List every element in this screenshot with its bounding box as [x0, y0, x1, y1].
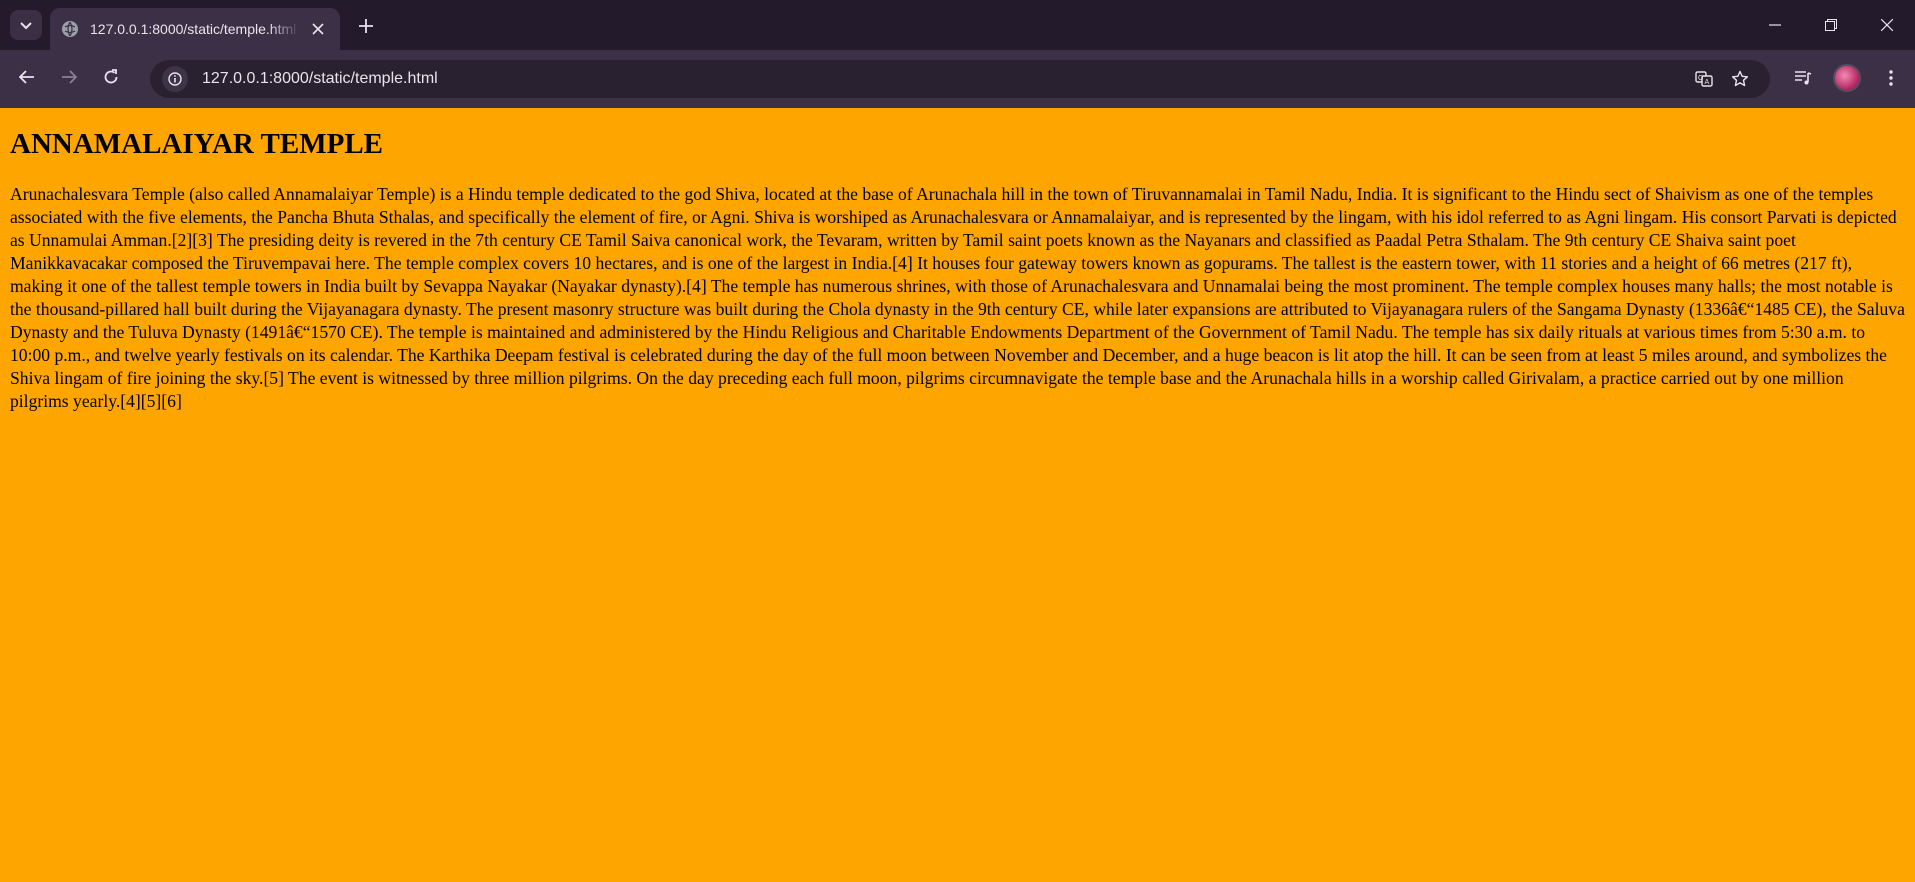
restore-icon	[1825, 19, 1837, 31]
close-window-button[interactable]	[1859, 0, 1915, 50]
profile-button[interactable]	[1829, 60, 1865, 96]
arrow-left-icon	[18, 68, 35, 91]
globe-icon	[62, 21, 78, 37]
info-icon[interactable]	[162, 66, 188, 92]
address-bar[interactable]: 127.0.0.1:8000/static/temple.html GA	[150, 60, 1770, 98]
tab-search-button[interactable]	[10, 10, 42, 40]
star-icon[interactable]	[1722, 64, 1758, 94]
page-title: ANNAMALAIYAR TEMPLE	[10, 128, 384, 160]
restore-button[interactable]	[1803, 0, 1859, 50]
browser-chrome: 127.0.0.1:8000/static/temple.html 127.0.…	[0, 0, 1915, 108]
back-button[interactable]	[9, 61, 45, 97]
url-text[interactable]: 127.0.0.1:8000/static/temple.html	[202, 70, 1686, 88]
close-window-icon	[1881, 19, 1893, 31]
chevron-down-icon	[20, 18, 32, 33]
reload-icon	[103, 68, 119, 91]
forward-button[interactable]	[51, 61, 87, 97]
window-controls	[1747, 0, 1915, 50]
plus-icon	[359, 13, 373, 39]
translate-icon[interactable]: GA	[1686, 64, 1722, 94]
new-tab-button[interactable]	[352, 12, 380, 40]
avatar	[1833, 64, 1861, 92]
kebab-menu-icon[interactable]	[1873, 60, 1909, 96]
navigation-toolbar: 127.0.0.1:8000/static/temple.html GA	[0, 50, 1915, 108]
reload-button[interactable]	[93, 61, 129, 97]
svg-text:A: A	[1705, 79, 1710, 86]
page-viewport: ANNAMALAIYAR TEMPLE Arunachalesvara Temp…	[0, 108, 1915, 882]
media-queue-icon[interactable]	[1785, 60, 1821, 96]
close-icon[interactable]	[308, 19, 328, 39]
toolbar-right	[1785, 60, 1909, 96]
arrow-right-icon	[61, 68, 78, 91]
minimize-button[interactable]	[1747, 0, 1803, 50]
minimize-icon	[1769, 24, 1781, 26]
tab-title: 127.0.0.1:8000/static/temple.html	[90, 21, 297, 37]
temple-description: Arunachalesvara Temple (also called Anna…	[10, 184, 1905, 411]
active-tab[interactable]: 127.0.0.1:8000/static/temple.html	[50, 8, 340, 50]
svg-text:G: G	[1698, 75, 1703, 82]
tab-strip: 127.0.0.1:8000/static/temple.html	[0, 0, 1915, 50]
